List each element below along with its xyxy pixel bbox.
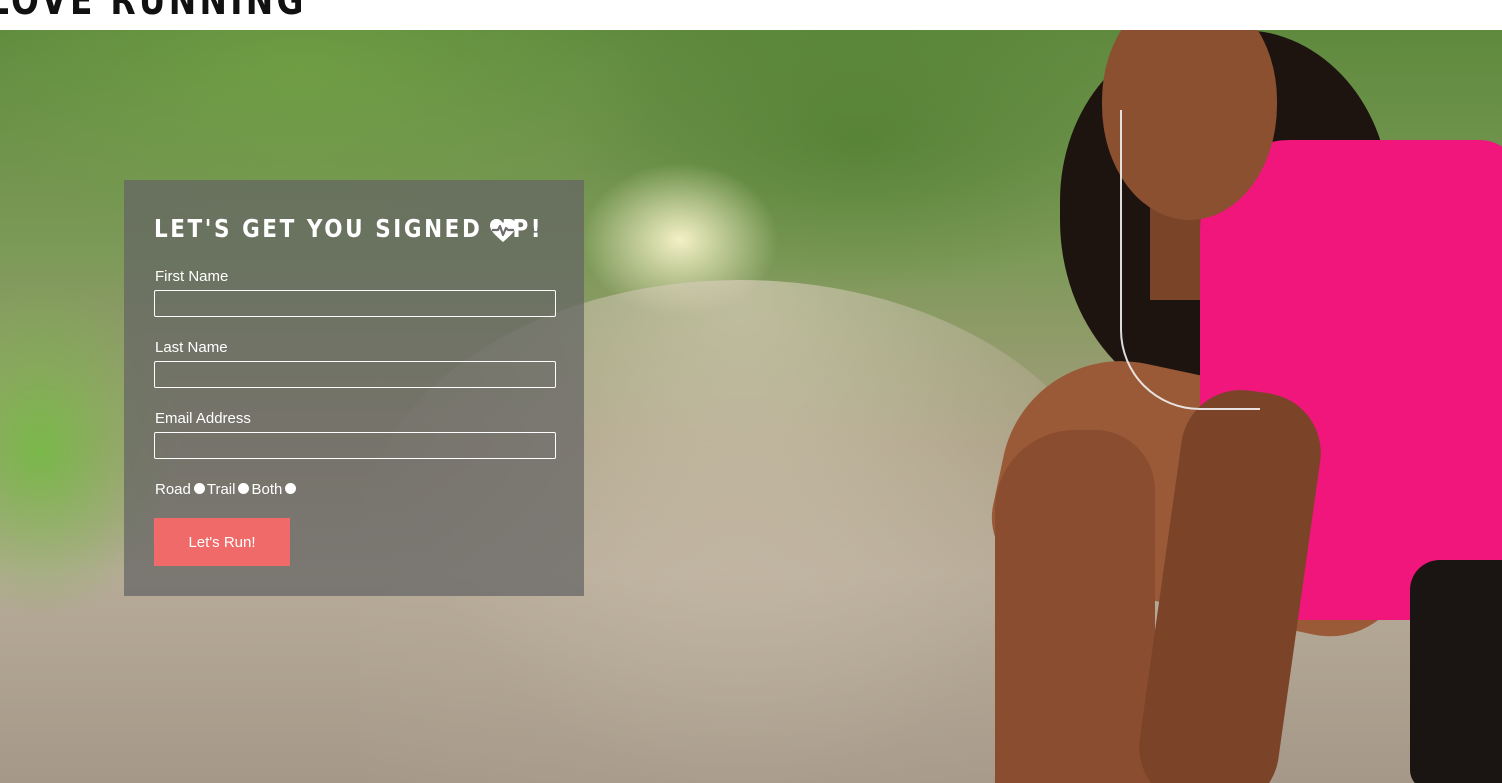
radio-both[interactable] bbox=[285, 483, 297, 494]
form-title: LET'S GET YOU SIGNED UP! bbox=[154, 214, 607, 243]
submit-button[interactable]: Let's Run! bbox=[154, 518, 290, 566]
hero-background: LET'S GET YOU SIGNED UP! First Name Last… bbox=[0, 30, 1502, 783]
runner-photo bbox=[980, 30, 1502, 783]
email-input[interactable] bbox=[154, 432, 556, 459]
first-name-label: First Name bbox=[155, 268, 229, 285]
email-label: Email Address bbox=[155, 410, 251, 427]
last-name-input[interactable] bbox=[154, 361, 556, 388]
heart-pulse-icon bbox=[490, 219, 516, 242]
radio-trail[interactable] bbox=[238, 483, 250, 494]
site-header: LOVE RUNNING bbox=[0, 0, 1502, 30]
first-name-input[interactable] bbox=[154, 290, 556, 317]
runner-shin bbox=[995, 430, 1155, 783]
earbud-wire bbox=[1120, 110, 1260, 410]
terrain-radio-group: Road Trail Both bbox=[155, 481, 298, 498]
radio-both-label: Both bbox=[251, 481, 283, 498]
radio-road-label: Road bbox=[155, 481, 191, 498]
form-title-text: LET'S GET YOU SIGNED UP! bbox=[154, 214, 544, 243]
signup-form: LET'S GET YOU SIGNED UP! First Name Last… bbox=[124, 180, 584, 596]
radio-road[interactable] bbox=[193, 483, 205, 494]
last-name-label: Last Name bbox=[155, 339, 228, 356]
runner-shorts bbox=[1410, 560, 1502, 783]
site-title: LOVE RUNNING bbox=[0, 0, 307, 24]
radio-trail-label: Trail bbox=[206, 481, 236, 498]
